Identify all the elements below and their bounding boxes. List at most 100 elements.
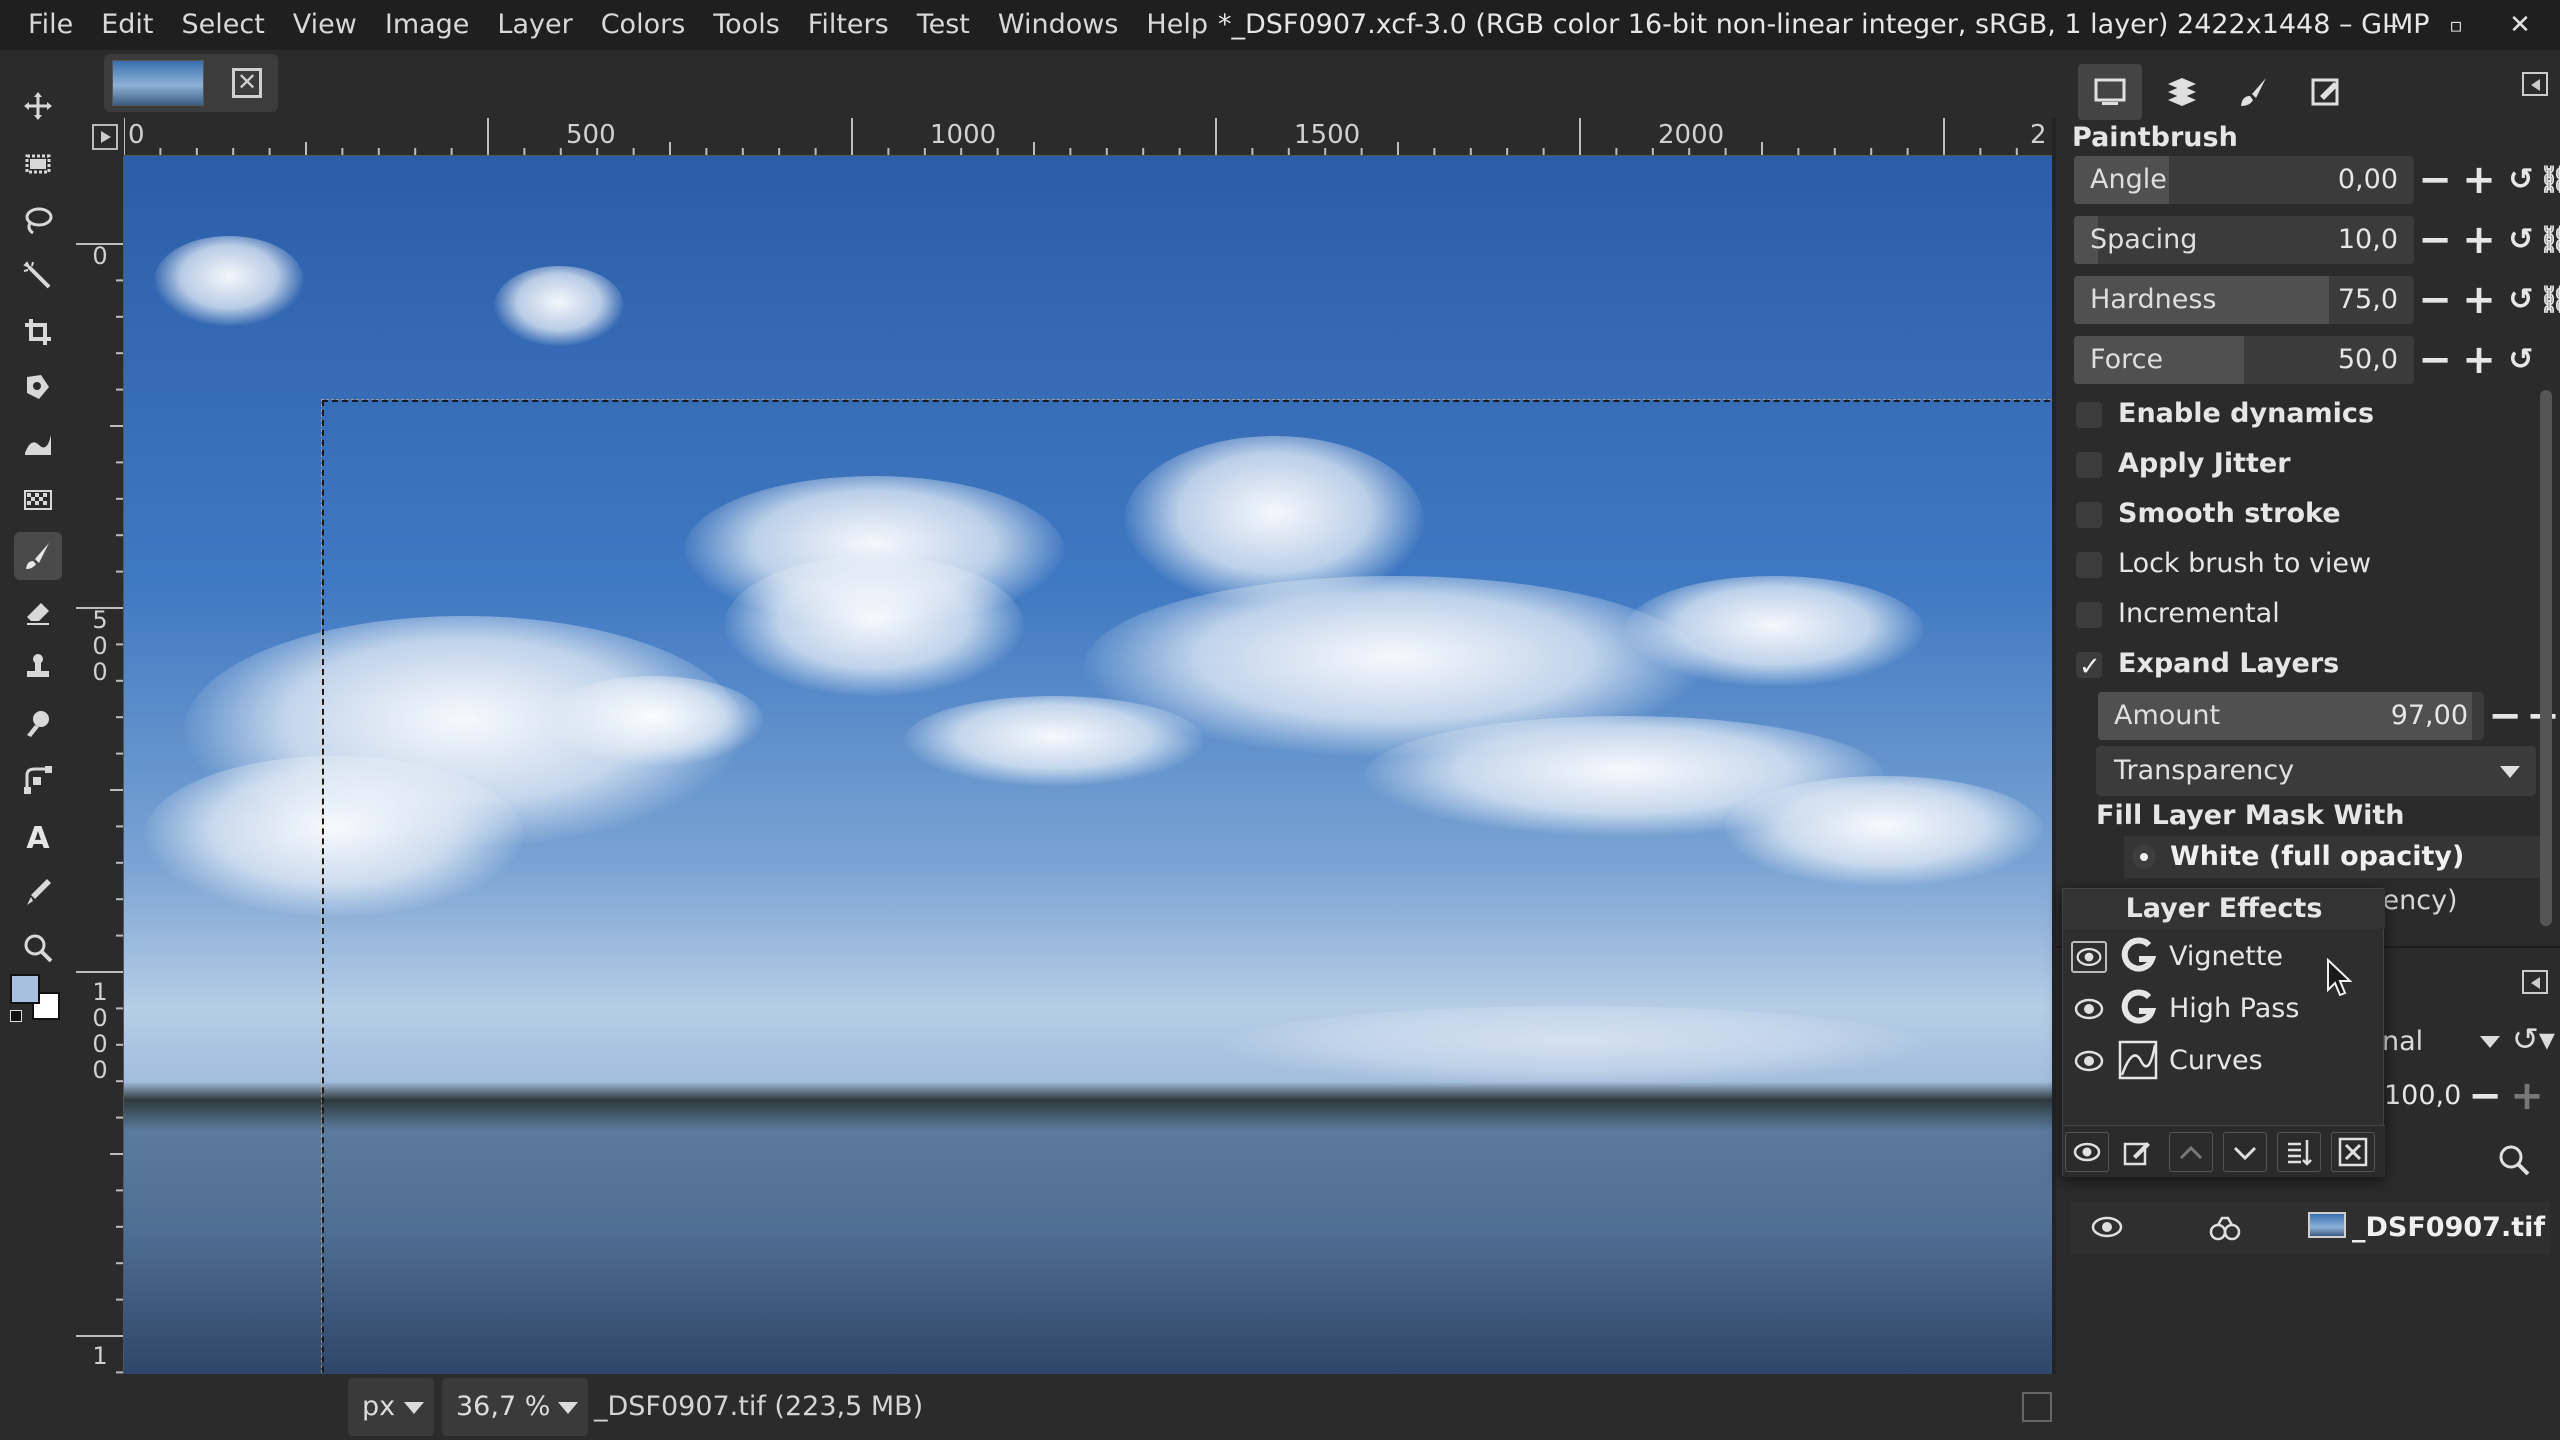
effect-visibility-eye-icon[interactable] [2071, 1045, 2107, 1077]
layer-effects-indicator-icon[interactable] [2208, 1214, 2242, 1242]
white-full-opacity-radio[interactable]: White (full opacity) [2124, 836, 2544, 878]
layers-dock-menu-icon[interactable] [2522, 970, 2548, 994]
menu-view[interactable]: View [279, 0, 371, 50]
layer-opacity-value-partial[interactable]: 100,0 [2384, 1072, 2461, 1120]
enable-dynamics-checkbox[interactable]: Enable dynamics [2076, 394, 2374, 434]
smudge-tool-icon[interactable] [14, 700, 62, 748]
angle-increase-button[interactable]: + [2460, 156, 2498, 204]
layer-visibility-eye-icon[interactable] [2090, 1214, 2124, 1240]
image-canvas[interactable] [124, 156, 2052, 1374]
ruler-label: 0 [92, 632, 108, 660]
selection-marquee [321, 399, 2052, 1374]
menu-select[interactable]: Select [167, 0, 278, 50]
unit-selector[interactable]: px [348, 1378, 434, 1436]
tool-options-tab-icon[interactable] [2078, 64, 2142, 120]
maximize-button[interactable]: ▫ [2426, 0, 2486, 50]
angle-slider[interactable]: Angle 0,00 [2074, 156, 2414, 204]
smooth-stroke-checkbox[interactable]: Smooth stroke [2076, 494, 2341, 534]
effect-row-curves[interactable]: Curves [2069, 1035, 2379, 1087]
crop-tool-icon[interactable] [14, 308, 62, 356]
layer-row[interactable]: _DSF0907.tif [2070, 1202, 2550, 1254]
paths-tool-icon[interactable] [14, 756, 62, 804]
menu-file[interactable]: File [14, 0, 87, 50]
vertical-ruler[interactable]: 0 5 0 0 1 0 0 0 1 [76, 156, 124, 1374]
force-increase-button[interactable]: + [2460, 336, 2498, 384]
layer-mode-combo-partial[interactable]: nal [2382, 1022, 2423, 1062]
spacing-increase-button[interactable]: + [2460, 216, 2498, 264]
chevron-down-icon[interactable] [2480, 1036, 2500, 1048]
brushes-tab-icon[interactable] [2222, 64, 2286, 120]
lower-effect-icon[interactable] [2223, 1132, 2267, 1172]
menu-filters[interactable]: Filters [794, 0, 903, 50]
reset-icon[interactable]: ↺ [2502, 156, 2540, 204]
apply-jitter-checkbox[interactable]: Apply Jitter [2076, 444, 2291, 484]
reset-icon[interactable]: ↺ [2502, 216, 2540, 264]
fuzzy-select-tool-icon[interactable] [14, 252, 62, 300]
hardness-slider[interactable]: Hardness 75,0 [2074, 276, 2414, 324]
menu-windows[interactable]: Windows [984, 0, 1133, 50]
menu-image[interactable]: Image [371, 0, 484, 50]
mode-reset-icon[interactable]: ↺▾ [2512, 1020, 2555, 1058]
close-window-button[interactable]: ✕ [2490, 0, 2550, 50]
image-tab[interactable]: ✕ [104, 54, 278, 112]
menu-layer[interactable]: Layer [483, 0, 586, 50]
fg-bg-color-swatches[interactable] [10, 964, 60, 1024]
layer-name[interactable]: _DSF0907.tif [2352, 1202, 2545, 1254]
amount-decrease-button[interactable]: − [2486, 692, 2524, 740]
opacity-increase-button[interactable]: + [2508, 1072, 2546, 1120]
edit-effect-icon[interactable] [2115, 1132, 2159, 1172]
menu-tools[interactable]: Tools [699, 0, 794, 50]
color-picker-tool-icon[interactable] [14, 868, 62, 916]
incremental-checkbox[interactable]: Incremental [2076, 594, 2280, 634]
reset-icon[interactable]: ↺ [2502, 276, 2540, 324]
link-icon[interactable]: ⛓ [2536, 276, 2560, 324]
horizontal-ruler[interactable]: 0 500 1000 1500 2000 2 [124, 118, 2052, 156]
quick-mask-icon[interactable] [2022, 1392, 2052, 1422]
warp-transform-tool-icon[interactable] [14, 420, 62, 468]
expand-layers-checkbox[interactable]: Expand Layers [2076, 644, 2339, 687]
fill-with-combo[interactable]: Transparency [2096, 746, 2536, 796]
angle-decrease-button[interactable]: − [2416, 156, 2454, 204]
toggle-effects-eye-icon[interactable] [2065, 1132, 2109, 1172]
layers-tab-icon[interactable] [2150, 64, 2214, 120]
lasso-tool-icon[interactable] [14, 196, 62, 244]
delete-effect-icon[interactable] [2331, 1132, 2375, 1172]
effect-visibility-eye-icon[interactable] [2071, 941, 2107, 973]
link-icon[interactable]: ⛓ [2536, 216, 2560, 264]
move-tool-icon[interactable] [14, 82, 62, 130]
force-decrease-button[interactable]: − [2416, 336, 2454, 384]
layer-search-icon[interactable] [2496, 1142, 2532, 1178]
unified-transform-tool-icon[interactable] [14, 364, 62, 412]
amount-slider[interactable]: Amount 97,00 [2098, 692, 2484, 740]
rect-select-tool-icon[interactable] [14, 140, 62, 188]
force-slider[interactable]: Force 50,0 [2074, 336, 2414, 384]
document-history-tab-icon[interactable] [2294, 64, 2358, 120]
tool-options-scrollbar[interactable] [2540, 390, 2552, 926]
amount-label: Amount [2114, 700, 2221, 731]
lock-brush-to-view-checkbox[interactable]: Lock brush to view [2076, 544, 2371, 584]
menu-colors[interactable]: Colors [587, 0, 700, 50]
eraser-tool-icon[interactable] [14, 588, 62, 636]
raise-effect-icon[interactable] [2169, 1132, 2213, 1172]
menu-help[interactable]: Help [1132, 0, 1222, 50]
text-tool-icon[interactable]: A [14, 812, 62, 860]
spacing-slider[interactable]: Spacing 10,0 [2074, 216, 2414, 264]
effect-visibility-eye-icon[interactable] [2071, 993, 2107, 1025]
menu-edit[interactable]: Edit [87, 0, 167, 50]
hardness-increase-button[interactable]: + [2460, 276, 2498, 324]
zoom-selector[interactable]: 36,7 % [442, 1378, 588, 1436]
link-icon[interactable]: ⛓ [2536, 156, 2560, 204]
spacing-decrease-button[interactable]: − [2416, 216, 2454, 264]
gradient-tool-icon[interactable] [14, 476, 62, 524]
reset-icon[interactable]: ↺ [2502, 336, 2540, 384]
merge-effects-icon[interactable] [2277, 1132, 2321, 1172]
close-image-tab-icon[interactable]: ✕ [232, 68, 262, 98]
opacity-decrease-button[interactable]: − [2466, 1072, 2504, 1120]
minimize-button[interactable]: – [2362, 0, 2422, 50]
paintbrush-tool-icon[interactable] [14, 532, 62, 580]
dock-menu-icon[interactable] [2522, 72, 2548, 96]
hardness-decrease-button[interactable]: − [2416, 276, 2454, 324]
navigate-icon[interactable] [92, 124, 118, 150]
menu-test[interactable]: Test [903, 0, 984, 50]
clone-tool-icon[interactable] [14, 644, 62, 692]
